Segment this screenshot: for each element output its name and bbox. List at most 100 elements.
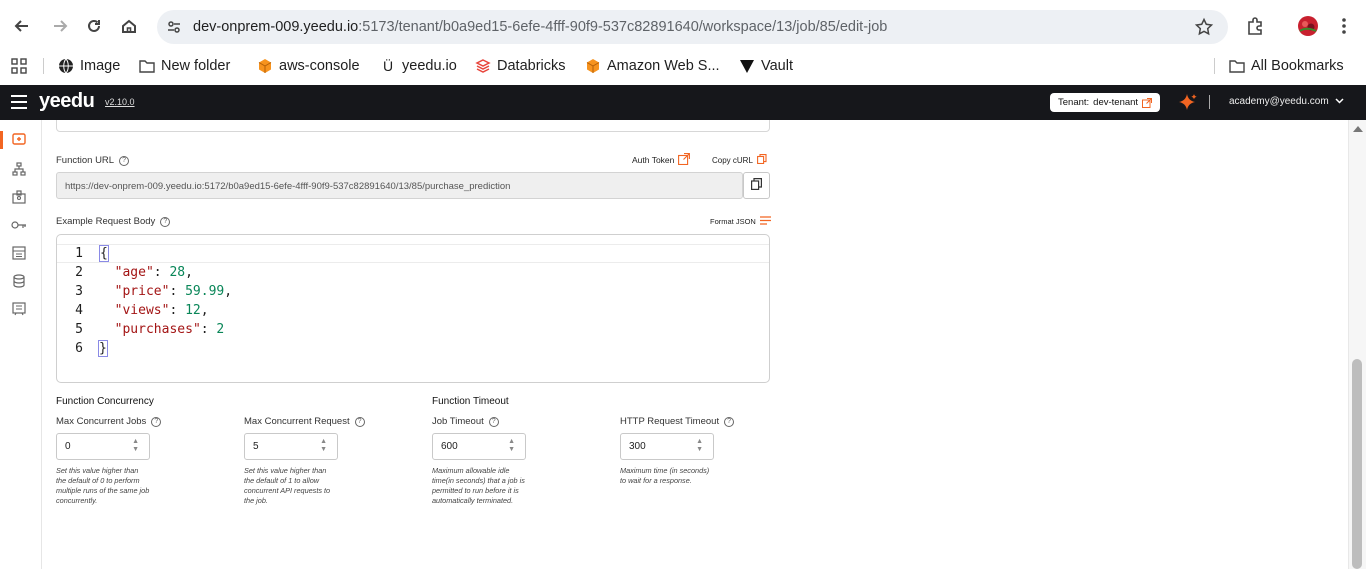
format-json-button[interactable]: Format JSON bbox=[710, 216, 771, 227]
menu-icon[interactable] bbox=[11, 95, 27, 109]
auth-token-link[interactable]: Auth Token bbox=[632, 153, 691, 167]
sidebar-item-jobs-icon[interactable] bbox=[10, 130, 28, 148]
header-divider bbox=[1209, 95, 1210, 109]
function-url-field[interactable]: https://dev-onprem-009.yeedu.io:5172/b0a… bbox=[56, 172, 743, 199]
bookmark-amazon-web-services[interactable]: Amazon Web S... bbox=[585, 55, 720, 77]
bookmark-aws-console[interactable]: aws-console bbox=[257, 55, 360, 77]
bookmark-label: New folder bbox=[161, 58, 231, 74]
json-value: 2 bbox=[216, 322, 225, 337]
http-timeout-input[interactable]: 300 ▲ ▼ bbox=[620, 433, 714, 460]
json-code-editor[interactable]: 1 { 2 "age": 28, 3 "price": 59.99, 4 "vi… bbox=[56, 234, 770, 383]
input-value: 600 bbox=[441, 441, 458, 452]
code-line: 5 "purchases": 2 bbox=[57, 320, 769, 339]
code-line: 2 "age": 28, bbox=[57, 263, 769, 282]
copy-curl-label: Copy cURL bbox=[712, 155, 753, 165]
help-icon[interactable]: ? bbox=[354, 416, 365, 427]
browser-menu-icon[interactable] bbox=[1331, 13, 1357, 39]
max-concurrent-request-label: Max Concurrent Request bbox=[244, 416, 350, 427]
address-bar[interactable]: dev-onprem-009.yeedu.io:5173/tenant/b0a9… bbox=[157, 10, 1228, 44]
bookmark-label: Databricks bbox=[497, 58, 566, 74]
bookmark-label: aws-console bbox=[279, 58, 360, 74]
bookmark-image[interactable]: Image bbox=[58, 55, 120, 77]
http-timeout-hint: Maximum time (in seconds) to wait for a … bbox=[620, 466, 710, 485]
help-icon[interactable]: ? bbox=[151, 416, 162, 427]
reload-icon[interactable] bbox=[81, 13, 107, 39]
json-value: 28 bbox=[169, 265, 186, 280]
sidebar-item-docs-icon[interactable] bbox=[10, 300, 28, 318]
extensions-icon[interactable] bbox=[1242, 13, 1268, 39]
external-link-icon bbox=[678, 153, 691, 167]
bookmark-vault[interactable]: Vault bbox=[739, 55, 793, 77]
tenant-selector[interactable]: Tenant: dev-tenant bbox=[1050, 93, 1161, 112]
json-key: purchases bbox=[122, 322, 193, 337]
site-info-icon[interactable] bbox=[165, 18, 183, 36]
forward-icon[interactable] bbox=[47, 13, 73, 39]
code-text: "price": 59.99, bbox=[114, 284, 233, 299]
back-icon[interactable] bbox=[9, 13, 35, 39]
bookmark-label: Vault bbox=[761, 58, 793, 74]
function-url-label: Function URL bbox=[56, 155, 115, 166]
all-bookmarks[interactable]: All Bookmarks bbox=[1229, 55, 1344, 77]
apps-grid-icon[interactable] bbox=[11, 55, 27, 77]
stepper-arrows-icon[interactable]: ▲ ▼ bbox=[132, 438, 139, 454]
request-body-label: Example Request Body bbox=[56, 216, 156, 227]
code-text: "views": 12, bbox=[114, 303, 209, 318]
stepper-arrows-icon[interactable]: ▲ ▼ bbox=[320, 438, 327, 454]
bookmark-label: Image bbox=[80, 58, 121, 74]
edit-job-form: Function URL ? Auth Token Copy cURL http… bbox=[42, 120, 1348, 569]
help-icon[interactable]: ? bbox=[724, 416, 735, 427]
help-icon[interactable]: ? bbox=[488, 416, 499, 427]
globe-icon bbox=[58, 58, 74, 74]
scroll-up-arrow-icon[interactable] bbox=[1353, 126, 1363, 132]
function-url-label-row: Function URL ? bbox=[56, 155, 130, 166]
max-concurrent-jobs-hint: Set this value higher than the default o… bbox=[56, 466, 150, 505]
ai-assistant-icon[interactable] bbox=[1178, 93, 1198, 113]
format-json-label: Format JSON bbox=[710, 217, 756, 226]
bookmark-databricks[interactable]: Databricks bbox=[475, 55, 566, 77]
folder-icon bbox=[139, 58, 155, 74]
profile-avatar[interactable] bbox=[1295, 13, 1321, 39]
code-text: "age": 28, bbox=[114, 265, 193, 280]
bookmark-star-icon[interactable] bbox=[1194, 17, 1214, 37]
stepper-arrows-icon[interactable]: ▲ ▼ bbox=[696, 438, 703, 454]
previous-section-card bbox=[56, 120, 770, 132]
json-value: 59.99 bbox=[185, 284, 225, 299]
max-concurrent-request-label-row: Max Concurrent Request ? bbox=[244, 416, 365, 427]
code-text: } bbox=[98, 340, 108, 357]
browser-toolbar: dev-onprem-009.yeedu.io:5173/tenant/b0a9… bbox=[0, 0, 1366, 52]
aws-cube-icon bbox=[585, 58, 601, 74]
max-concurrent-jobs-input[interactable]: 0 ▲ ▼ bbox=[56, 433, 150, 460]
sidebar-item-cluster-icon[interactable] bbox=[10, 244, 28, 262]
account-email: academy@yeedu.com bbox=[1229, 96, 1329, 107]
job-timeout-hint: Maximum allowable idle time(in seconds) … bbox=[432, 466, 525, 505]
page-scrollbar[interactable] bbox=[1348, 120, 1366, 569]
max-concurrent-jobs-label-row: Max Concurrent Jobs ? bbox=[56, 416, 162, 427]
max-concurrent-request-hint: Set this value higher than the default o… bbox=[244, 466, 331, 505]
copy-curl-link[interactable]: Copy cURL bbox=[712, 154, 767, 166]
url-text[interactable]: dev-onprem-009.yeedu.io:5173/tenant/b0a9… bbox=[193, 19, 887, 35]
max-concurrent-jobs-label: Max Concurrent Jobs bbox=[56, 416, 147, 427]
http-timeout-label: HTTP Request Timeout bbox=[620, 416, 720, 427]
all-bookmarks-label: All Bookmarks bbox=[1251, 58, 1344, 74]
scrollbar-thumb[interactable] bbox=[1352, 359, 1362, 569]
sidebar-item-hierarchy-icon[interactable] bbox=[10, 160, 28, 178]
bookmark-yeedu[interactable]: Ü yeedu.io bbox=[380, 55, 457, 77]
sidebar-item-database-icon[interactable] bbox=[10, 272, 28, 290]
yeedu-logo[interactable]: yeedu bbox=[39, 90, 95, 113]
home-icon[interactable] bbox=[116, 13, 142, 39]
stepper-arrows-icon[interactable]: ▲ ▼ bbox=[508, 438, 515, 454]
job-timeout-input[interactable]: 600 ▲ ▼ bbox=[432, 433, 526, 460]
version-link[interactable]: v2.10.0 bbox=[105, 97, 135, 107]
line-number: 6 bbox=[75, 341, 83, 356]
max-concurrent-request-input[interactable]: 5 ▲ ▼ bbox=[244, 433, 338, 460]
bookmark-new-folder[interactable]: New folder bbox=[139, 55, 230, 77]
help-icon[interactable]: ? bbox=[119, 155, 130, 166]
bookmark-divider bbox=[43, 58, 44, 74]
input-value: 5 bbox=[253, 441, 259, 452]
copy-url-button[interactable] bbox=[743, 172, 770, 199]
account-menu[interactable]: academy@yeedu.com bbox=[1229, 96, 1344, 107]
sidebar-item-key-icon[interactable] bbox=[10, 216, 28, 234]
sidebar-item-badge-icon[interactable] bbox=[10, 188, 28, 206]
help-icon[interactable]: ? bbox=[160, 216, 171, 227]
function-timeout-title: Function Timeout bbox=[432, 396, 509, 407]
